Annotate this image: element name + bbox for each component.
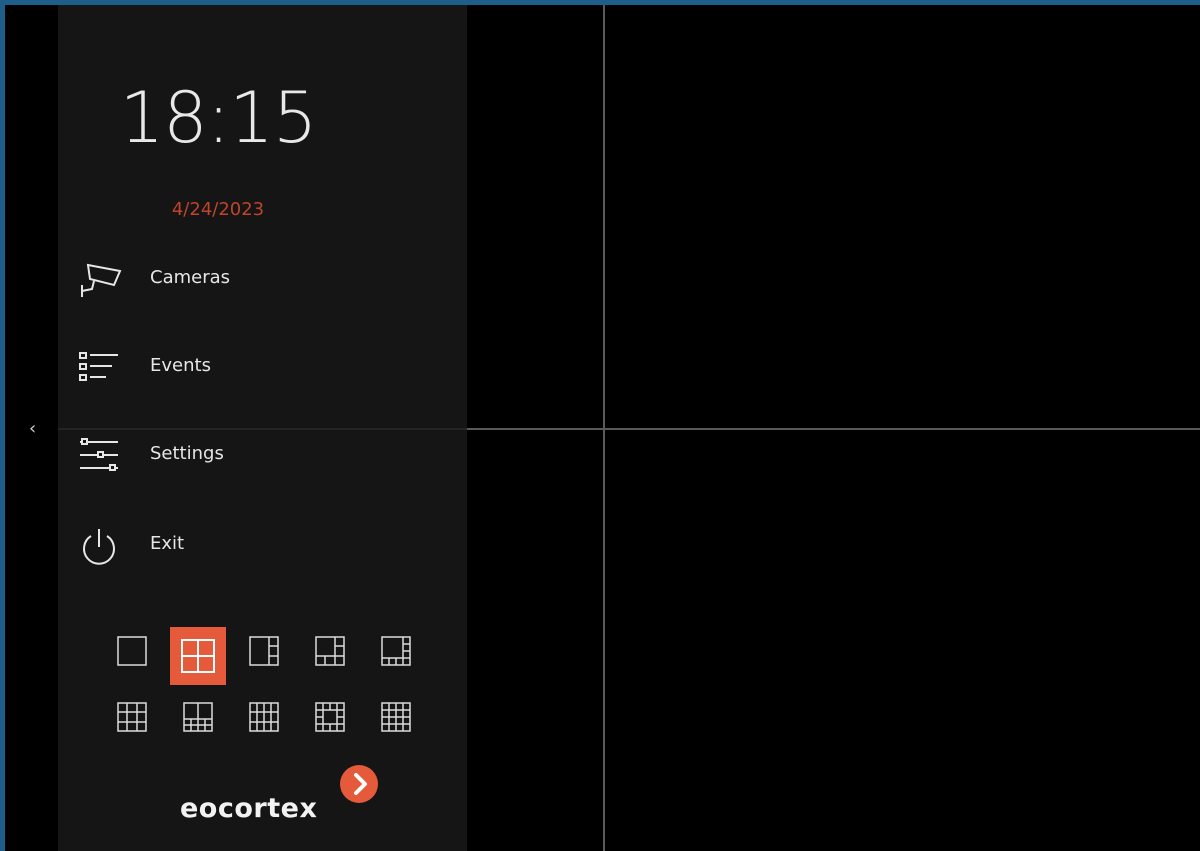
layout-2x2-button[interactable] <box>170 627 226 685</box>
sidebar-collapse-strip[interactable]: ‹ <box>5 5 58 851</box>
menu-item-cameras[interactable]: Cameras <box>72 251 452 307</box>
menu-label: Settings <box>150 443 224 464</box>
clock-date: 4/24/2023 <box>171 199 265 220</box>
layout-1plus5-button[interactable] <box>310 631 350 671</box>
settings-sliders-icon <box>76 433 122 477</box>
menu-label: Cameras <box>150 267 231 288</box>
eocortex-logo: eocortex <box>180 765 390 835</box>
sidebar-divider <box>58 428 467 430</box>
menu-item-settings[interactable]: Settings <box>72 427 452 483</box>
menu-item-events[interactable]: Events <box>72 339 452 395</box>
layout-2plus8-button[interactable] <box>178 697 218 737</box>
events-list-icon <box>76 345 122 389</box>
menu-item-exit[interactable]: Exit <box>72 517 452 573</box>
layout-4x3-button[interactable] <box>244 697 284 737</box>
power-icon <box>76 523 122 567</box>
layout-selector <box>110 627 420 745</box>
camera-icon <box>76 257 122 301</box>
layout-1plus7-button[interactable] <box>376 631 416 671</box>
layout-1x1-button[interactable] <box>112 631 152 671</box>
menu-label: Exit <box>150 533 185 554</box>
clock-time: 18:15 <box>119 77 318 159</box>
menu-label: Events <box>150 355 211 376</box>
layout-1plus3-button[interactable] <box>244 631 284 671</box>
layout-3x3-button[interactable] <box>112 697 152 737</box>
logo-chevron-badge-icon <box>340 765 378 803</box>
layout-4x4-button[interactable] <box>376 697 416 737</box>
chevron-left-icon[interactable]: ‹ <box>29 418 43 440</box>
layout-1plus12-button[interactable] <box>310 697 350 737</box>
logo-text: eocortex <box>180 793 318 824</box>
